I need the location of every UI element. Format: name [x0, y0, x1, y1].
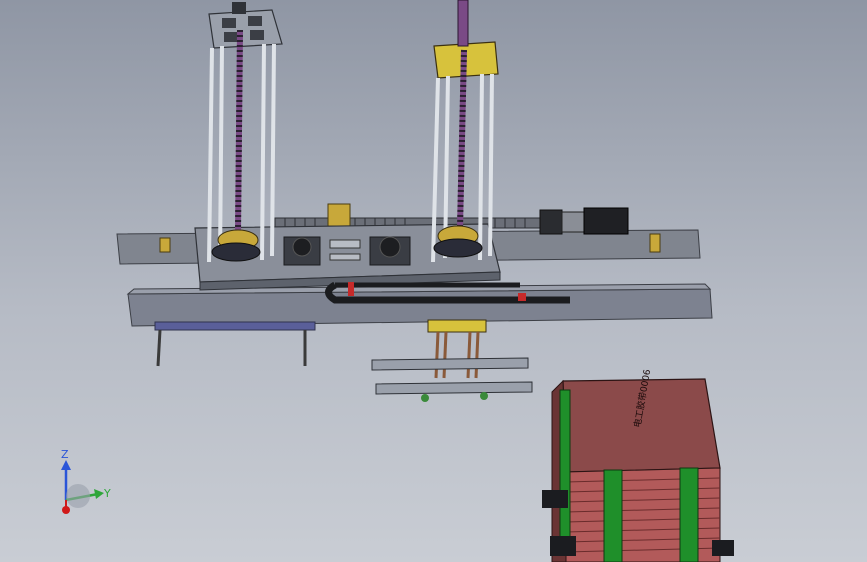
left-lift-column — [207, 2, 283, 263]
tape-stack-box: 电工胶带0006 — [542, 368, 734, 562]
servo-motor — [539, 207, 629, 235]
lower-rail — [126, 283, 713, 367]
horizontal-ball-screw — [274, 203, 546, 229]
model-canvas[interactable]: 电工胶带0006 Z Y — [0, 0, 867, 562]
z-axis-arrow — [61, 460, 71, 470]
y-axis-label: Y — [103, 487, 111, 500]
y-axis-arrow — [94, 489, 104, 499]
axis-triad: Z Y — [61, 448, 111, 514]
z-axis-label: Z — [61, 448, 69, 461]
fork-gripper — [371, 319, 533, 402]
cad-viewport[interactable]: 电工胶带0006 Z Y — [0, 0, 867, 562]
